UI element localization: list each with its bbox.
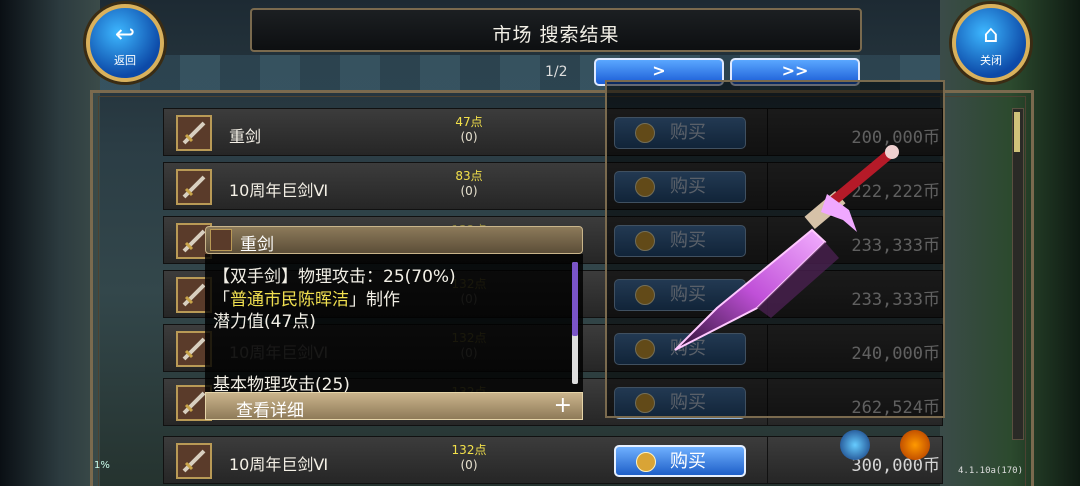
item-preview-panel: [605, 80, 945, 418]
points-value: 47点: [455, 115, 483, 129]
points-count: (0): [460, 130, 478, 144]
tooltip-attack-line: 【双手剑】物理攻击：25(70%): [213, 267, 456, 287]
back-button[interactable]: ↩ 返回: [86, 4, 164, 82]
maker-close: 」制作: [349, 290, 400, 310]
points-value: 83点: [455, 169, 483, 183]
points-count: (0): [460, 184, 478, 198]
page-title: 市场 搜索结果: [492, 24, 620, 46]
tooltip-title: 重剑: [240, 235, 274, 255]
home-icon: ⌂: [983, 20, 999, 48]
greatsword-icon: [176, 169, 212, 205]
palette-icon[interactable]: [900, 430, 930, 460]
refresh-icon[interactable]: [840, 430, 870, 460]
item-name: 10周年巨剑Ⅵ: [229, 181, 329, 200]
greatsword-icon: [176, 443, 212, 479]
page-indicator: 1/2: [545, 64, 568, 80]
tooltip-scrollbar-thumb[interactable]: [572, 262, 578, 336]
item-points: 47点 (0): [434, 115, 504, 145]
view-details-button[interactable]: 查看详细 +: [205, 392, 583, 421]
item-name: 10周年巨剑Ⅵ: [229, 455, 329, 474]
tooltip-body: 【双手剑】物理攻击：25(70%) 「普通市民陈晖洁」制作 潜力值(47点) 基…: [205, 254, 583, 395]
row-divider: [767, 437, 768, 483]
background-left: [0, 0, 100, 486]
greatsword-preview-image: [674, 145, 899, 351]
listing-row[interactable]: 10周年巨剑Ⅵ 132点 (0) 购买 300,000币: [163, 436, 943, 484]
buy-label: 购买: [670, 451, 706, 472]
back-arrow-icon: ↩: [114, 20, 136, 48]
close-button[interactable]: ⌂ 关闭: [952, 4, 1030, 82]
tooltip-header: 重剑: [205, 226, 583, 255]
title-bar: 市场 搜索结果: [250, 8, 862, 52]
view-details-label: 查看详细: [236, 401, 304, 421]
list-scrollbar-thumb[interactable]: [1014, 112, 1020, 152]
item-points: 83点 (0): [434, 169, 504, 199]
sword-icon: [210, 229, 232, 251]
status-percent: 1%: [94, 460, 110, 471]
item-name: 重剑: [229, 127, 262, 146]
close-label: 关闭: [980, 54, 1002, 67]
back-label: 返回: [114, 54, 136, 67]
plus-icon: +: [553, 393, 572, 418]
greatsword-icon: [176, 115, 212, 151]
tooltip-potential-line: 潜力值(47点): [213, 312, 316, 332]
coin-icon: [636, 452, 656, 472]
list-scrollbar[interactable]: [1012, 108, 1024, 440]
item-points: 132点(0): [434, 443, 504, 473]
points-value: 132点: [451, 443, 487, 457]
points-count: (0): [460, 458, 478, 472]
buy-button[interactable]: 购买: [614, 445, 746, 477]
version-label: 4.1.10a(170): [958, 466, 1024, 476]
